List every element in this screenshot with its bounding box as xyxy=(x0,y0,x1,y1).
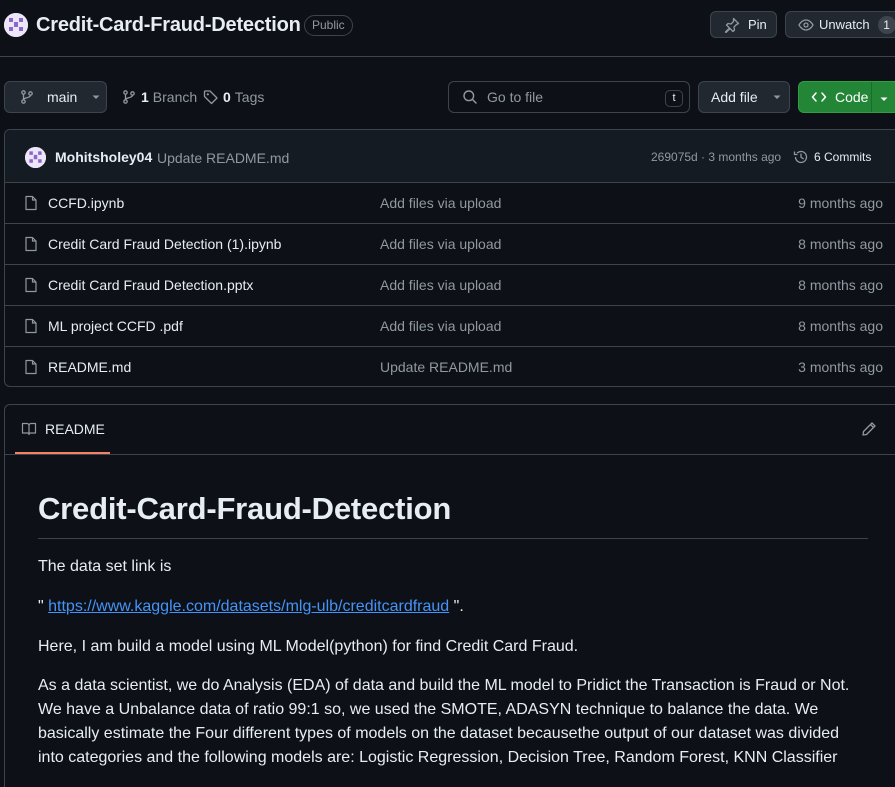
file-icon xyxy=(23,236,39,252)
file-commit-message[interactable]: Add files via upload xyxy=(380,195,501,211)
history-icon xyxy=(793,149,809,165)
file-name[interactable]: ML project CCFD .pdf xyxy=(48,318,183,334)
file-commit-time: 9 months ago xyxy=(798,195,883,211)
tag-count: 0 xyxy=(223,89,231,105)
commit-message[interactable]: Update README.md xyxy=(157,150,289,166)
branches-link[interactable]: 1 Branch xyxy=(121,89,197,105)
dataset-link[interactable]: https://www.kaggle.com/datasets/mlg-ulb/… xyxy=(48,598,449,615)
file-commit-time: 8 months ago xyxy=(798,277,883,293)
shortcut-key: t xyxy=(665,90,683,107)
tag-icon xyxy=(203,89,219,105)
branch-count-label: Branch xyxy=(152,89,198,105)
pin-icon xyxy=(724,17,740,33)
file-commit-message[interactable]: Update README.md xyxy=(380,359,512,375)
book-icon xyxy=(21,421,37,437)
file-row[interactable]: Credit Card Fraud Detection.pptx Add fil… xyxy=(5,265,895,306)
readme-paragraph: The data set link is xyxy=(38,558,172,575)
file-icon xyxy=(23,195,39,211)
latest-commit-bar: Mohitsholey04 Update README.md 269075d ·… xyxy=(5,130,895,183)
file-commit-time: 8 months ago xyxy=(798,236,883,252)
file-browser: Mohitsholey04 Update README.md 269075d ·… xyxy=(4,129,895,387)
code-label: Code xyxy=(835,89,869,105)
chevron-down-icon xyxy=(91,92,101,102)
visibility-badge: Public xyxy=(304,15,353,36)
file-icon xyxy=(23,277,39,293)
file-commit-message[interactable]: Add files via upload xyxy=(380,318,501,334)
code-button-divider xyxy=(871,82,872,112)
file-name[interactable]: CCFD.ipynb xyxy=(48,195,124,211)
file-row[interactable]: Credit Card Fraud Detection (1).ipynb Ad… xyxy=(5,224,895,265)
pin-button[interactable]: Pin xyxy=(710,11,777,38)
file-icon xyxy=(23,359,39,375)
tab-readme[interactable]: README xyxy=(15,405,110,454)
commit-author[interactable]: Mohitsholey04 xyxy=(55,149,152,165)
file-row[interactable]: ML project CCFD .pdf Add files via uploa… xyxy=(5,306,895,347)
quote-open: " xyxy=(38,598,49,615)
commits-count-label: 6 Commits xyxy=(814,150,872,164)
pencil-icon[interactable] xyxy=(861,421,877,437)
readme-title: Credit-Card-Fraud-Detection xyxy=(38,491,868,539)
branch-count: 1 xyxy=(141,89,149,105)
git-branch-icon xyxy=(121,89,137,105)
repo-owner-avatar[interactable] xyxy=(4,13,28,37)
code-button[interactable]: Code xyxy=(798,81,895,113)
commit-sha-time[interactable]: 269075d · 3 months ago xyxy=(651,150,781,164)
branch-selector[interactable]: main xyxy=(4,81,107,113)
add-file-button[interactable]: Add file xyxy=(698,81,790,113)
go-to-file-input[interactable]: Go to file t xyxy=(448,81,690,113)
readme-paragraph: As a data scientist, we do Analysis (EDA… xyxy=(38,677,850,766)
readme-tab-label: README xyxy=(45,420,105,437)
file-icon xyxy=(23,318,39,334)
file-commit-message[interactable]: Add files via upload xyxy=(380,236,501,252)
header-divider xyxy=(0,56,895,57)
tags-link[interactable]: 0 Tags xyxy=(203,89,264,105)
commits-link[interactable]: 6 Commits xyxy=(793,149,871,165)
tag-count-label: Tags xyxy=(234,89,265,105)
add-file-label: Add file xyxy=(711,89,758,105)
file-name[interactable]: Credit Card Fraud Detection (1).ipynb xyxy=(48,236,281,252)
branch-name: main xyxy=(47,89,78,105)
go-to-file-placeholder: Go to file xyxy=(487,89,544,105)
quote-close: ". xyxy=(449,598,464,615)
readme-paragraph-link: " https://www.kaggle.com/datasets/mlg-ul… xyxy=(38,595,868,619)
readme-paragraph: Here, I am build a model using ML Model(… xyxy=(38,638,579,655)
chevron-down-icon xyxy=(879,94,889,104)
unwatch-label: Unwatch xyxy=(819,17,870,32)
readme-panel: README Credit-Card-Fraud-Detection The d… xyxy=(4,404,895,787)
file-commit-time: 3 months ago xyxy=(798,359,883,375)
commit-author-avatar[interactable] xyxy=(25,147,46,168)
file-commit-message[interactable]: Add files via upload xyxy=(380,277,501,293)
pin-label: Pin xyxy=(748,17,767,32)
file-commit-time: 8 months ago xyxy=(798,318,883,334)
eye-icon xyxy=(798,17,814,33)
file-name[interactable]: Credit Card Fraud Detection.pptx xyxy=(48,277,253,293)
file-row[interactable]: README.md Update README.md 3 months ago xyxy=(5,347,895,386)
file-name[interactable]: README.md xyxy=(48,359,131,375)
watch-count: 1 xyxy=(877,15,895,34)
search-icon xyxy=(462,89,478,105)
readme-header-divider xyxy=(5,454,895,455)
file-row[interactable]: CCFD.ipynb Add files via upload 9 months… xyxy=(5,183,895,224)
unwatch-button[interactable]: Unwatch 1 xyxy=(785,11,895,38)
code-icon xyxy=(811,89,827,105)
repo-title[interactable]: Credit-Card-Fraud-Detection xyxy=(36,14,301,37)
git-branch-icon xyxy=(19,89,35,105)
readme-content: Credit-Card-Fraud-Detection The data set… xyxy=(38,491,868,770)
chevron-down-icon xyxy=(772,92,782,102)
